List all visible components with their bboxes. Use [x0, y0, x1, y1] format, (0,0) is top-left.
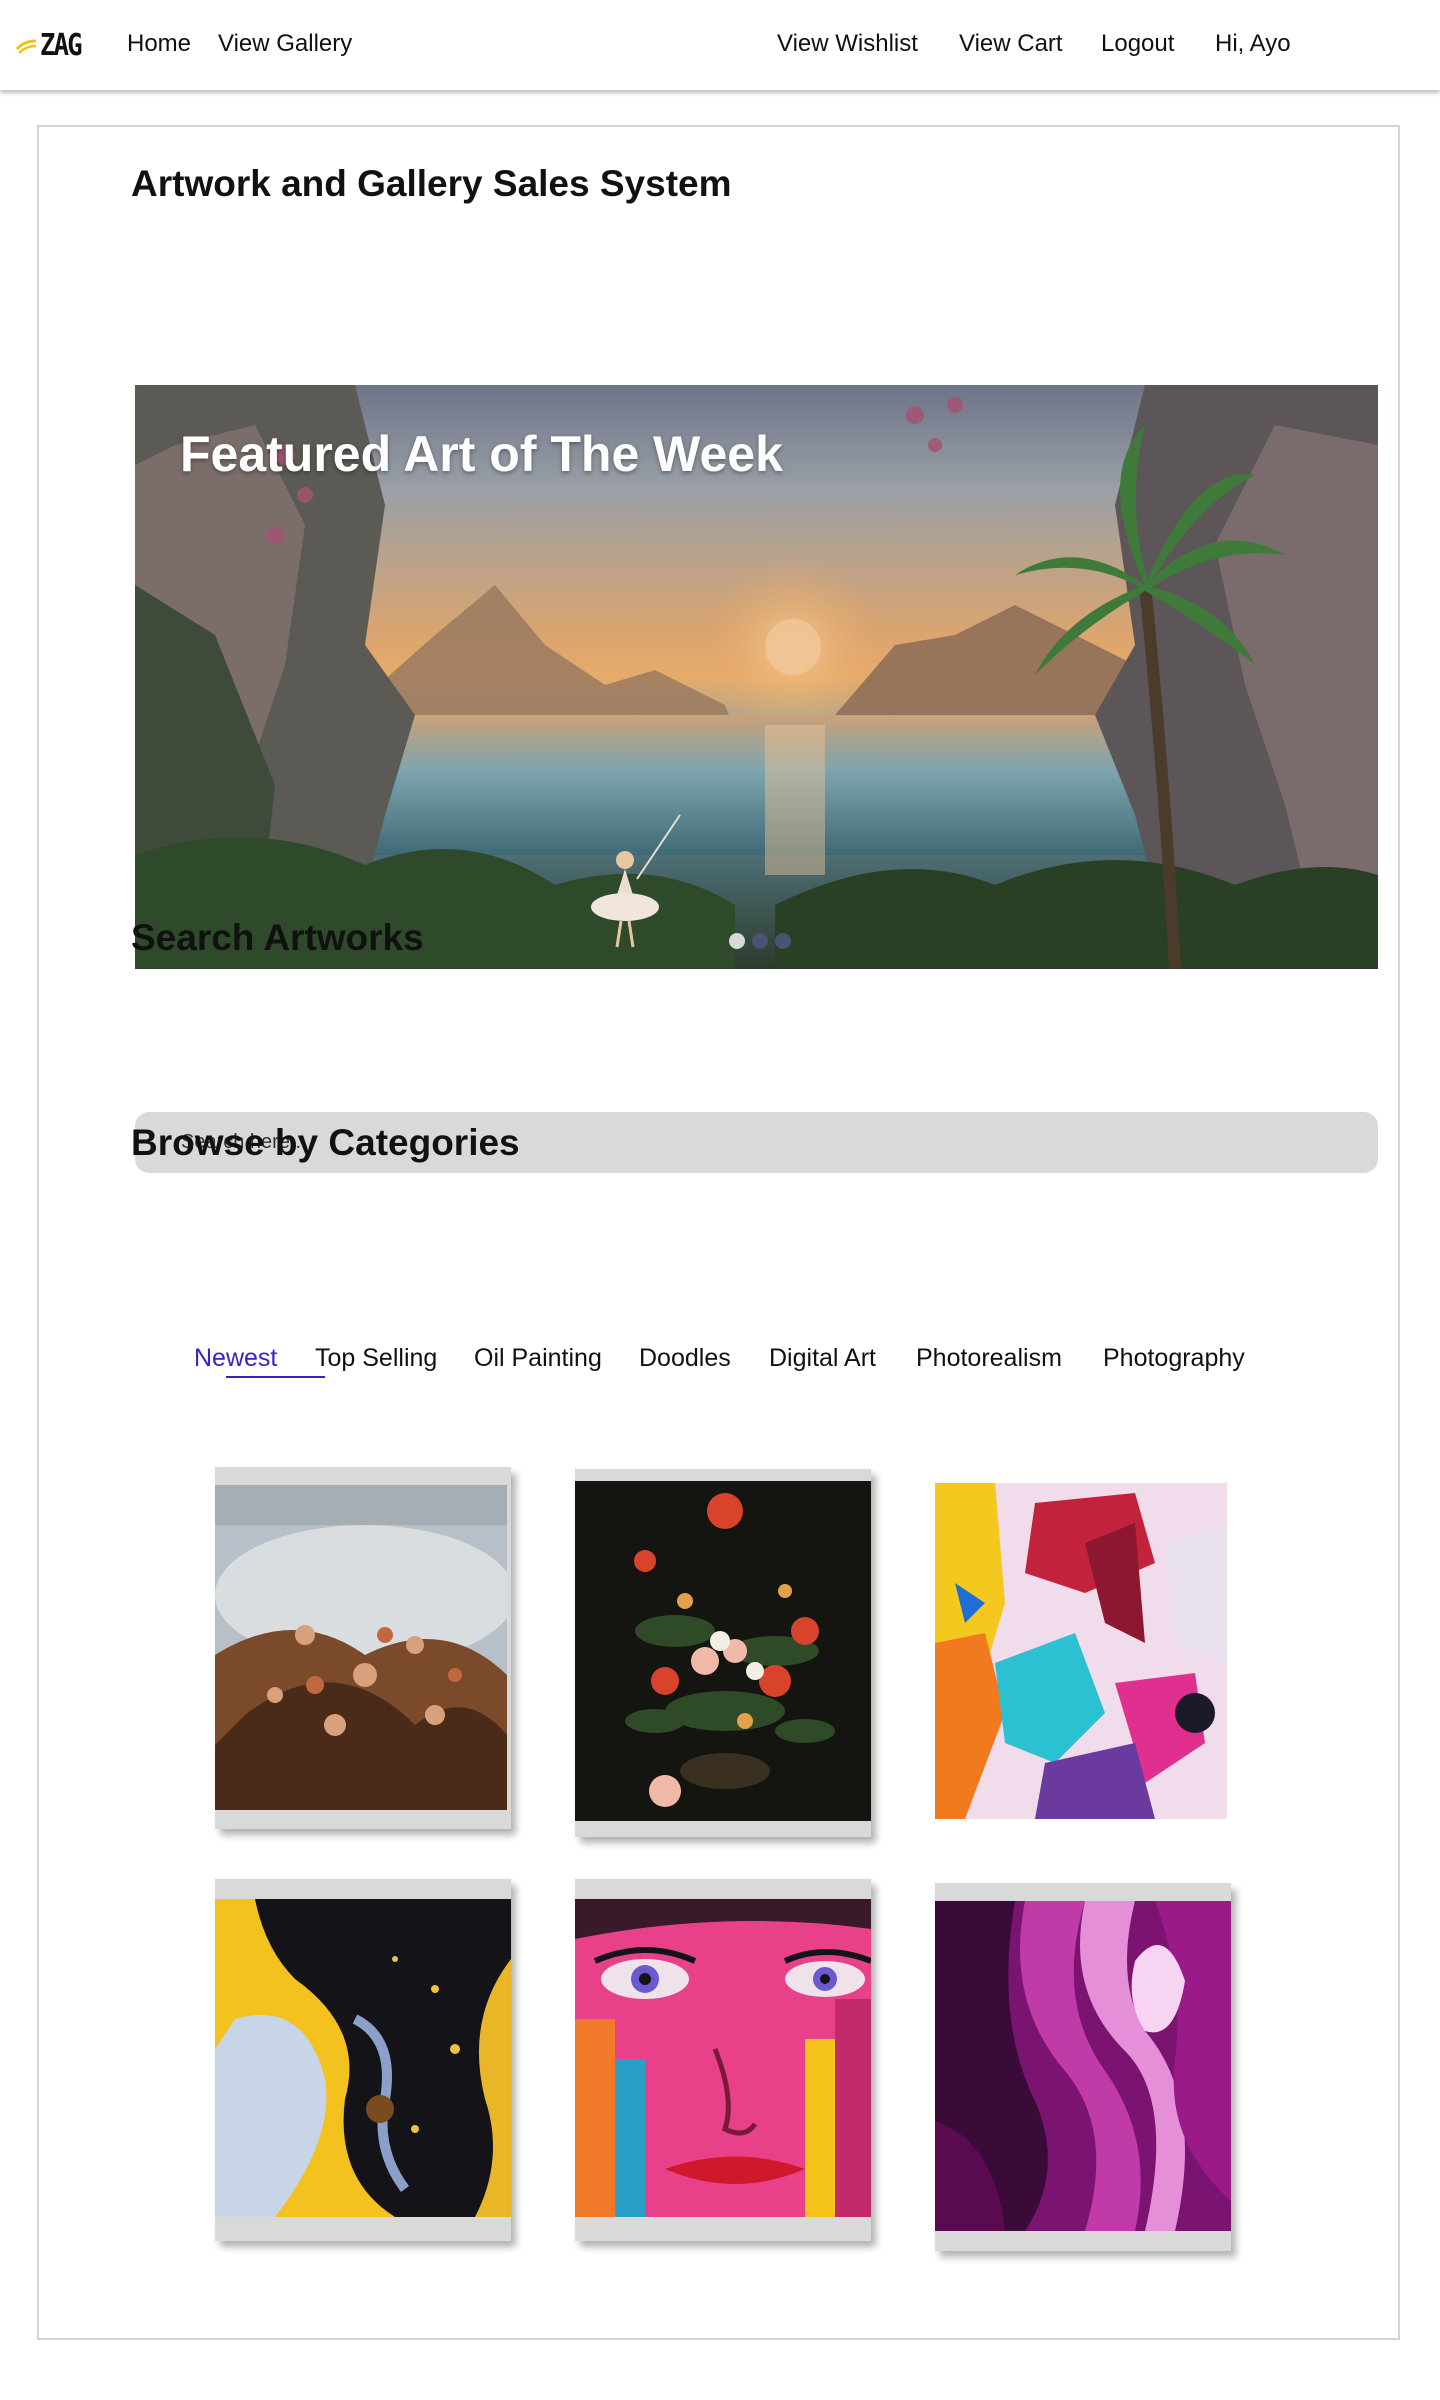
nav-logout-link[interactable]: Logout [1101, 30, 1174, 58]
nav-home-link[interactable]: Home [127, 30, 191, 58]
category-tab-photography[interactable]: Photography [1103, 1344, 1245, 1373]
carousel-indicators [729, 933, 791, 949]
carousel-dot-1[interactable] [729, 933, 745, 949]
artwork-image-fluid-pour [215, 1899, 511, 2217]
artwork-image-colorful-abstract [935, 1483, 1227, 1819]
user-greeting[interactable]: Hi, Ayo [1215, 30, 1291, 58]
category-tab-newest[interactable]: Newest [194, 1344, 277, 1373]
nav-cart-link[interactable]: View Cart [959, 30, 1063, 58]
nav-gallery-link[interactable]: View Gallery [218, 30, 352, 58]
category-tab-doodles[interactable]: Doodles [639, 1344, 731, 1373]
page-title: Artwork and Gallery Sales System [131, 163, 732, 204]
active-category-underline [226, 1376, 325, 1378]
main-content-panel: Artwork and Gallery Sales System Feature… [37, 125, 1400, 2340]
artwork-image-baroque-ceiling [215, 1485, 507, 1810]
featured-art-title: Featured Art of The Week [180, 426, 783, 482]
featured-art-carousel[interactable]: Featured Art of The Week [135, 385, 1378, 969]
artwork-image-face-portrait [575, 1899, 871, 2217]
category-tab-digital-art[interactable]: Digital Art [769, 1344, 876, 1373]
logo-swoosh-icon [16, 39, 37, 54]
categories-heading: Browse by Categories [131, 1122, 520, 1163]
category-tab-top-selling[interactable]: Top Selling [315, 1344, 437, 1373]
carousel-dot-3[interactable] [775, 933, 791, 949]
carousel-dot-2[interactable] [752, 933, 768, 949]
search-heading: Search Artworks [131, 917, 424, 958]
nav-wishlist-link[interactable]: View Wishlist [777, 30, 918, 58]
logo[interactable]: ZAG [16, 28, 88, 63]
category-tab-photorealism[interactable]: Photorealism [916, 1344, 1062, 1373]
top-navbar: ZAG Home View Gallery View Wishlist View… [0, 0, 1440, 90]
category-tab-oil-painting[interactable]: Oil Painting [474, 1344, 602, 1373]
artwork-image-floral-still-life [575, 1481, 871, 1821]
logo-text: ZAG [40, 28, 83, 63]
artwork-image-purple-marble [935, 1901, 1231, 2231]
